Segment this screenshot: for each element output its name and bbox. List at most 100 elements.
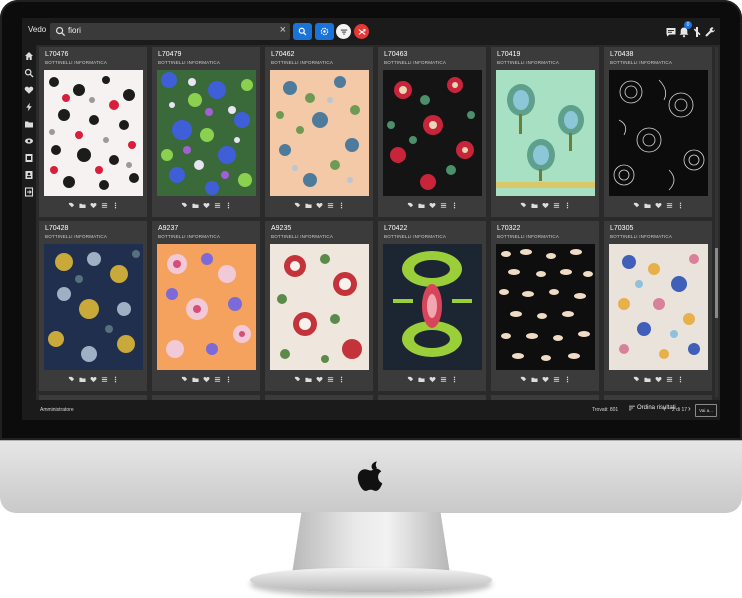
heart-icon[interactable] (315, 202, 323, 209)
eye-icon[interactable] (24, 136, 34, 146)
folder-icon[interactable] (24, 119, 34, 129)
list-icon[interactable] (101, 202, 108, 209)
heart-icon[interactable] (541, 202, 549, 209)
more-icon[interactable] (451, 376, 458, 383)
heart-icon[interactable] (202, 376, 210, 383)
result-card[interactable]: L70438 BOTTINELLI INFORMATICA (604, 47, 712, 217)
more-icon[interactable] (564, 202, 571, 209)
search-icon[interactable] (24, 68, 34, 78)
pattern-thumbnail[interactable] (383, 70, 482, 196)
pattern-thumbnail[interactable] (496, 70, 595, 196)
result-card[interactable]: L70463 BOTTINELLI INFORMATICA (378, 47, 486, 217)
more-icon[interactable] (112, 202, 119, 209)
prev-page-icon[interactable]: ‹ (663, 404, 666, 413)
folder-icon[interactable] (643, 202, 651, 209)
goto-page-field[interactable]: Vai a... (695, 404, 717, 417)
flash-icon[interactable] (24, 102, 34, 112)
result-card[interactable]: A9235 BOTTINELLI INFORMATICA (265, 221, 373, 391)
tag-icon[interactable] (407, 376, 414, 383)
more-icon[interactable] (225, 202, 232, 209)
result-card[interactable]: L70462 BOTTINELLI INFORMATICA (265, 47, 373, 217)
tag-icon[interactable] (181, 202, 188, 209)
list-icon[interactable] (666, 202, 673, 209)
tag-icon[interactable] (181, 376, 188, 383)
heart-icon[interactable] (315, 376, 323, 383)
pattern-thumbnail[interactable] (383, 244, 482, 370)
list-icon[interactable] (327, 202, 334, 209)
clear-search-icon[interactable]: × (280, 24, 286, 36)
pattern-thumbnail[interactable] (609, 70, 708, 196)
list-icon[interactable] (666, 376, 673, 383)
home-icon[interactable] (24, 51, 34, 61)
tag-icon[interactable] (633, 202, 640, 209)
folder-icon[interactable] (417, 376, 425, 383)
advanced-search-button[interactable] (315, 23, 334, 40)
list-icon[interactable] (214, 376, 221, 383)
heart-icon[interactable] (654, 202, 662, 209)
tag-icon[interactable] (68, 376, 75, 383)
result-card[interactable]: A9237 BOTTINELLI INFORMATICA (152, 221, 260, 391)
search-box[interactable]: fiori × (50, 23, 290, 40)
sort-results-button[interactable]: Ordina risultati (629, 405, 676, 411)
more-icon[interactable] (564, 376, 571, 383)
list-icon[interactable] (214, 202, 221, 209)
folder-icon[interactable] (530, 376, 538, 383)
more-icon[interactable] (338, 376, 345, 383)
heart-icon[interactable] (202, 202, 210, 209)
contact-icon[interactable] (24, 170, 34, 180)
list-icon[interactable] (553, 202, 560, 209)
folder-icon[interactable] (78, 376, 86, 383)
pattern-thumbnail[interactable] (157, 244, 256, 370)
result-card[interactable]: L70419 BOTTINELLI INFORMATICA (491, 47, 599, 217)
folder-icon[interactable] (417, 202, 425, 209)
app-brand[interactable]: Vedo (28, 25, 46, 34)
list-icon[interactable] (440, 376, 447, 383)
folder-icon[interactable] (304, 202, 312, 209)
result-card[interactable]: L70428 BOTTINELLI INFORMATICA (39, 221, 147, 391)
filter-button[interactable] (336, 24, 351, 39)
heart-icon[interactable] (428, 376, 436, 383)
clear-filters-button[interactable] (354, 24, 369, 39)
list-icon[interactable] (101, 376, 108, 383)
heart-icon[interactable] (89, 202, 97, 209)
more-icon[interactable] (677, 202, 684, 209)
heart-icon[interactable] (89, 376, 97, 383)
pattern-thumbnail[interactable] (270, 244, 369, 370)
tag-icon[interactable] (520, 202, 527, 209)
tag-icon[interactable] (294, 376, 301, 383)
document-icon[interactable] (24, 153, 34, 163)
chat-icon[interactable] (665, 26, 677, 38)
folder-icon[interactable] (191, 376, 199, 383)
result-card[interactable]: L70422 BOTTINELLI INFORMATICA (378, 221, 486, 391)
folder-icon[interactable] (643, 376, 651, 383)
tag-icon[interactable] (520, 376, 527, 383)
search-button[interactable] (293, 23, 312, 40)
scrollbar-thumb[interactable] (715, 248, 718, 318)
list-icon[interactable] (440, 202, 447, 209)
scrollbar-track[interactable] (715, 47, 718, 397)
wrench-icon[interactable] (704, 26, 716, 38)
heart-icon[interactable] (654, 376, 662, 383)
result-card[interactable]: L70479 BOTTINELLI INFORMATICA (152, 47, 260, 217)
heart-icon[interactable] (541, 376, 549, 383)
search-input[interactable]: fiori (68, 26, 81, 35)
more-icon[interactable] (338, 202, 345, 209)
pattern-thumbnail[interactable] (609, 244, 708, 370)
result-card[interactable]: L70476 BOTTINELLI INFORMATICA (39, 47, 147, 217)
result-card[interactable]: L70322 BOTTINELLI INFORMATICA (491, 221, 599, 391)
folder-icon[interactable] (304, 376, 312, 383)
tag-icon[interactable] (407, 202, 414, 209)
more-icon[interactable] (225, 376, 232, 383)
pattern-thumbnail[interactable] (157, 70, 256, 196)
pattern-thumbnail[interactable] (44, 244, 143, 370)
result-card[interactable]: L70305 BOTTINELLI INFORMATICA (604, 221, 712, 391)
tag-icon[interactable] (68, 202, 75, 209)
more-icon[interactable] (677, 376, 684, 383)
more-icon[interactable] (112, 376, 119, 383)
list-icon[interactable] (553, 376, 560, 383)
pattern-thumbnail[interactable] (496, 244, 595, 370)
folder-icon[interactable] (191, 202, 199, 209)
user-icon[interactable] (691, 26, 703, 38)
more-icon[interactable] (451, 202, 458, 209)
tag-icon[interactable] (294, 202, 301, 209)
